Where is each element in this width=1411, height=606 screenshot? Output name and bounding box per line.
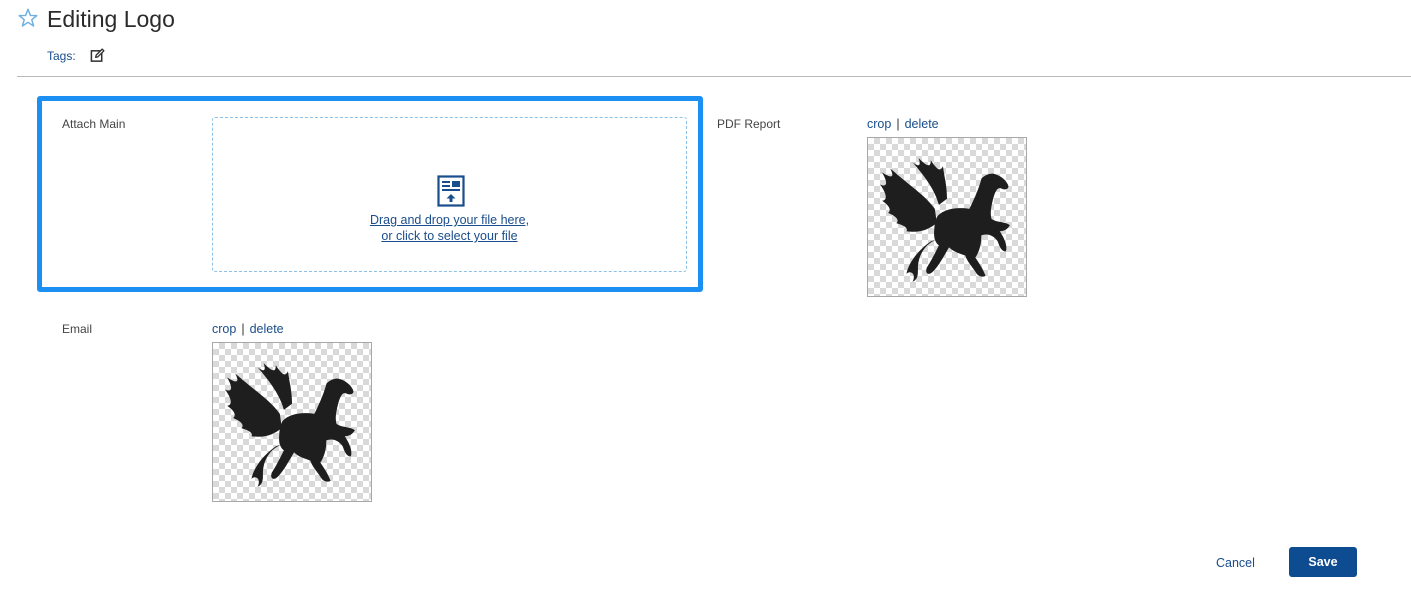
pdf-report-delete-link[interactable]: delete xyxy=(905,117,939,131)
header-divider xyxy=(17,76,1411,77)
dropzone-line-1[interactable]: Drag and drop your file here, xyxy=(213,212,686,228)
pegasus-logo-image xyxy=(880,158,1010,282)
separator: | xyxy=(896,117,900,131)
email-logo-preview xyxy=(212,342,372,502)
page-title: Editing Logo xyxy=(47,6,175,32)
file-dropzone[interactable]: Drag and drop your file here, or click t… xyxy=(212,117,687,272)
page: Editing Logo Tags: Attach Main Drag and … xyxy=(0,0,1411,606)
separator: | xyxy=(241,322,245,336)
tags-label: Tags: xyxy=(47,49,76,63)
email-crop-link[interactable]: crop xyxy=(212,322,236,336)
star-icon[interactable] xyxy=(17,7,39,29)
email-actions: crop | delete xyxy=(212,322,284,336)
edit-icon[interactable] xyxy=(90,48,105,63)
attach-main-label: Attach Main xyxy=(62,117,126,131)
email-delete-link[interactable]: delete xyxy=(250,322,284,336)
dropzone-text[interactable]: Drag and drop your file here, or click t… xyxy=(213,212,686,244)
file-upload-icon xyxy=(437,175,465,207)
pdf-report-actions: crop | delete xyxy=(867,117,939,131)
dropzone-line-2[interactable]: or click to select your file xyxy=(213,228,686,244)
save-button[interactable]: Save xyxy=(1289,547,1357,577)
pdf-report-crop-link[interactable]: crop xyxy=(867,117,891,131)
pdf-report-logo-preview xyxy=(867,137,1027,297)
pegasus-logo-image xyxy=(225,363,355,487)
email-label: Email xyxy=(62,322,93,336)
cancel-button[interactable]: Cancel xyxy=(1216,556,1255,570)
pdf-report-label: PDF Report xyxy=(717,117,781,131)
